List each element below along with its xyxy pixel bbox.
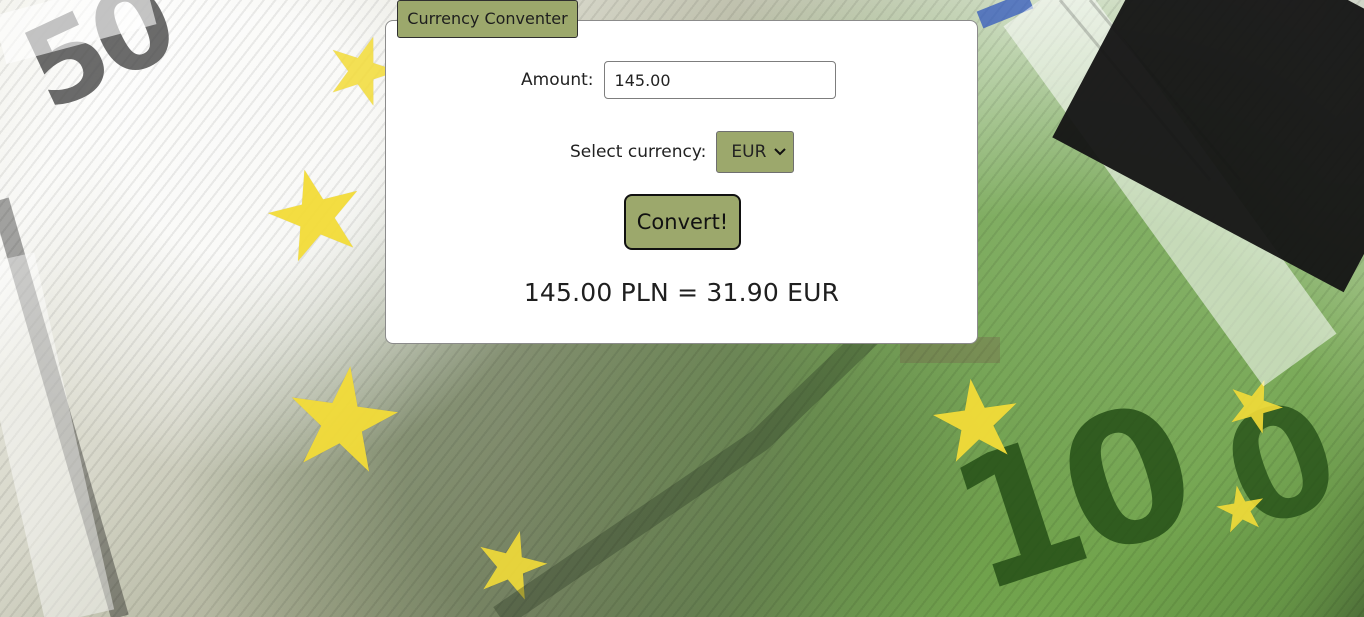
amount-label: Amount:	[521, 69, 594, 90]
star-icon: ★	[269, 330, 417, 509]
convert-button[interactable]: Convert!	[624, 194, 741, 250]
amount-row: Amount:	[521, 60, 841, 100]
converter-card: Amount: Select currency: EUR Convert! 14…	[385, 20, 978, 344]
chevron-down-icon	[774, 148, 787, 156]
star-icon: ★	[918, 349, 1035, 491]
star-icon: ★	[1211, 355, 1299, 455]
currency-row: Select currency: EUR	[570, 130, 810, 174]
conversion-result: 145.00 PLN = 31.90 EUR	[523, 278, 840, 307]
currency-select-value: EUR	[731, 142, 767, 162]
amount-input[interactable]	[603, 61, 836, 99]
banknote-decoration: 10	[928, 365, 1209, 617]
banknote-decoration: 0	[1203, 369, 1352, 565]
currency-label: Select currency:	[570, 141, 707, 162]
banknote-decoration: 50	[5, 0, 191, 137]
currency-select[interactable]: EUR	[716, 131, 795, 173]
star-icon: ★	[459, 503, 564, 617]
star-icon: ★	[246, 134, 385, 295]
app-title-tab: Currency Conventer	[397, 0, 578, 38]
star-icon: ★	[1206, 467, 1275, 550]
